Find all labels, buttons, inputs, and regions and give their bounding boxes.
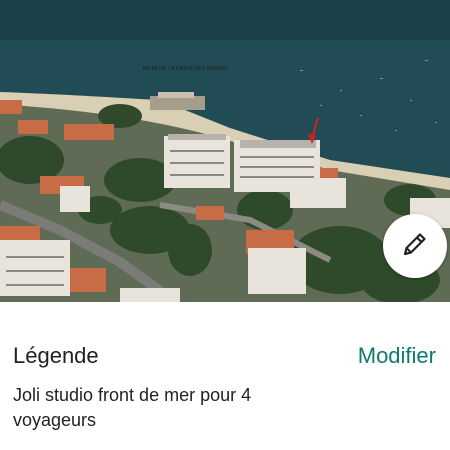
- caption-section-title: Légende: [13, 343, 99, 368]
- caption-text: Joli studio front de mer pour 4 voyageur…: [13, 385, 252, 430]
- photo-caption: ROTE DE LA CROIX DES MARINS: [143, 66, 228, 72]
- listing-caption-screen: ROTE DE LA CROIX DES MARINS Légende Modi…: [0, 0, 450, 450]
- listing-aerial-photo: ROTE DE LA CROIX DES MARINS: [0, 0, 450, 302]
- modify-caption-link[interactable]: Modifier: [358, 343, 436, 369]
- edit-photo-button[interactable]: [383, 214, 447, 278]
- pencil-icon: [400, 229, 430, 264]
